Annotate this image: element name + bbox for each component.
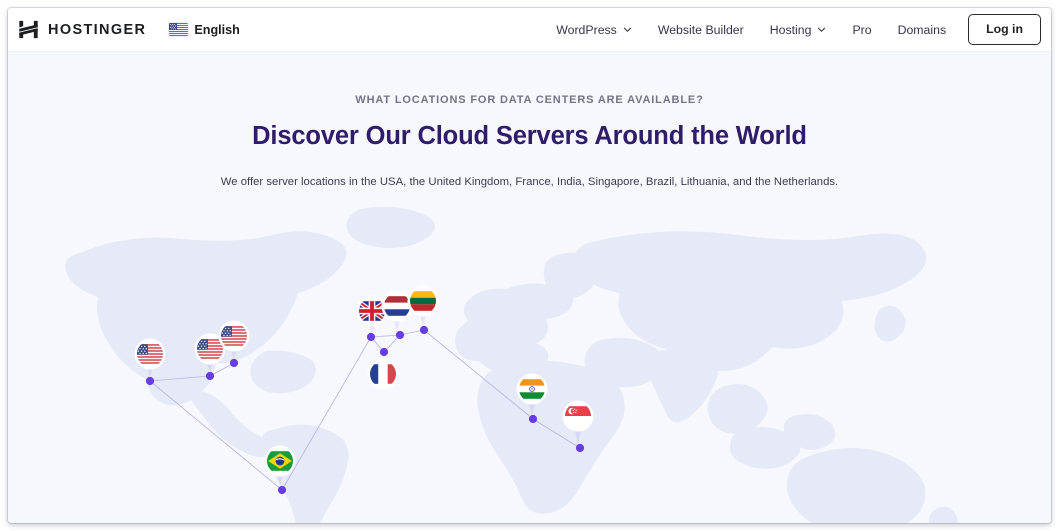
main-navigation: WordPress Website Builder Hosting Pro Do… <box>543 8 1041 52</box>
language-label: English <box>194 22 240 37</box>
world-map <box>8 201 1051 523</box>
hero-eyebrow: WHAT LOCATIONS FOR DATA CENTERS ARE AVAI… <box>355 94 704 106</box>
nav-label: WordPress <box>556 22 617 37</box>
chevron-down-icon <box>623 27 631 32</box>
world-map-svg <box>65 206 958 523</box>
language-selector[interactable]: English <box>169 22 240 37</box>
flag-us-icon <box>169 23 189 36</box>
map-pin-lithuania[interactable] <box>407 285 439 335</box>
nav-label: Domains <box>897 22 947 37</box>
brand-logo[interactable]: HOSTINGER <box>18 19 146 40</box>
nav-label: Website Builder <box>657 22 744 37</box>
nav-label: Hosting <box>769 22 812 37</box>
nav-item-wordpress[interactable]: WordPress <box>543 8 645 52</box>
nav-item-hosting[interactable]: Hosting <box>757 8 840 52</box>
chevron-down-icon <box>818 27 826 32</box>
nav-item-domains[interactable]: Domains <box>885 8 960 52</box>
site-header: HOSTINGER English WordPress Website Buil… <box>8 8 1051 52</box>
nav-label: Pro <box>852 22 872 37</box>
nav-item-pro[interactable]: Pro <box>839 8 884 52</box>
map-landmass <box>65 206 958 523</box>
map-pin-france[interactable] <box>367 347 399 390</box>
brand-name: HOSTINGER <box>48 21 147 38</box>
login-button[interactable]: Log in <box>968 14 1041 45</box>
hero-subtitle: We offer server locations in the USA, th… <box>220 176 839 188</box>
nav-item-website-builder[interactable]: Website Builder <box>645 8 757 52</box>
page-root: HOSTINGER English WordPress Website Buil… <box>8 8 1051 523</box>
hero-section: WHAT LOCATIONS FOR DATA CENTERS ARE AVAI… <box>8 52 1051 188</box>
hostinger-h-logo-icon <box>19 20 38 39</box>
page-title: Discover Our Cloud Servers Around the Wo… <box>252 122 807 150</box>
